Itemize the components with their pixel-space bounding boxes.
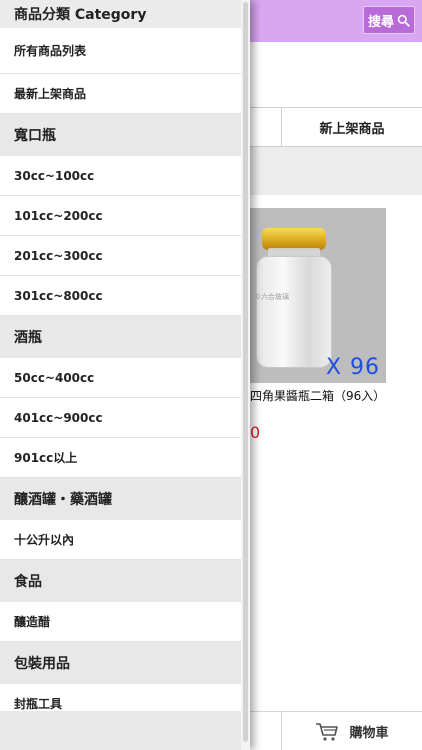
drawer-item-all-products[interactable]: 所有商品列表: [0, 28, 241, 74]
category-drawer: 商品分類 Category 所有商品列表 最新上架商品 寬口瓶 30cc~100…: [0, 0, 250, 750]
shopping-cart-icon: [316, 722, 339, 741]
drawer-item[interactable]: 901cc以上: [0, 438, 241, 478]
drawer-item[interactable]: 封瓶工具: [0, 684, 241, 711]
group-header-wide-mouth[interactable]: 寬口瓶: [0, 114, 241, 156]
scrollbar-thumb[interactable]: [243, 2, 248, 742]
drawer-item[interactable]: 101cc~200cc: [0, 196, 241, 236]
product-price: 0: [250, 423, 261, 442]
group-header-brewing-jars[interactable]: 釀酒罐・藥酒罐: [0, 478, 241, 520]
drawer-scrollbar[interactable]: [241, 0, 250, 750]
drawer-item[interactable]: 十公升以內: [0, 520, 241, 560]
search-button[interactable]: 搜尋: [363, 6, 415, 34]
jar-body: [256, 256, 332, 368]
drawer-item[interactable]: 301cc~800cc: [0, 276, 241, 316]
drawer-item[interactable]: 50cc~400cc: [0, 358, 241, 398]
drawer-item-new-products[interactable]: 最新上架商品: [0, 74, 241, 114]
product-name[interactable]: 四角果醬瓶二箱（96入）: [250, 387, 385, 404]
drawer-title: 商品分類 Category: [0, 0, 241, 28]
group-header-packaging[interactable]: 包裝用品: [0, 642, 241, 684]
group-header-wine-bottles[interactable]: 酒瓶: [0, 316, 241, 358]
search-icon: [397, 14, 410, 27]
search-button-label: 搜尋: [367, 14, 394, 30]
image-watermark: ©六合玻璃: [254, 293, 289, 301]
tab-new-products[interactable]: 新上架商品: [282, 108, 422, 146]
drawer-item[interactable]: 釀造醋: [0, 602, 241, 642]
drawer-item[interactable]: 30cc~100cc: [0, 156, 241, 196]
quantity-badge: X 96: [325, 355, 380, 380]
jar-lid: [262, 228, 326, 250]
drawer-footer: [0, 711, 241, 750]
cart-label: 購物車: [349, 726, 389, 741]
product-image[interactable]: ©六合玻璃 X 96: [246, 208, 386, 383]
drawer-list[interactable]: 商品分類 Category 所有商品列表 最新上架商品 寬口瓶 30cc~100…: [0, 0, 241, 711]
drawer-item[interactable]: 401cc~900cc: [0, 398, 241, 438]
cart-button[interactable]: 購物車: [282, 712, 422, 750]
drawer-item[interactable]: 201cc~300cc: [0, 236, 241, 276]
group-header-food[interactable]: 食品: [0, 560, 241, 602]
